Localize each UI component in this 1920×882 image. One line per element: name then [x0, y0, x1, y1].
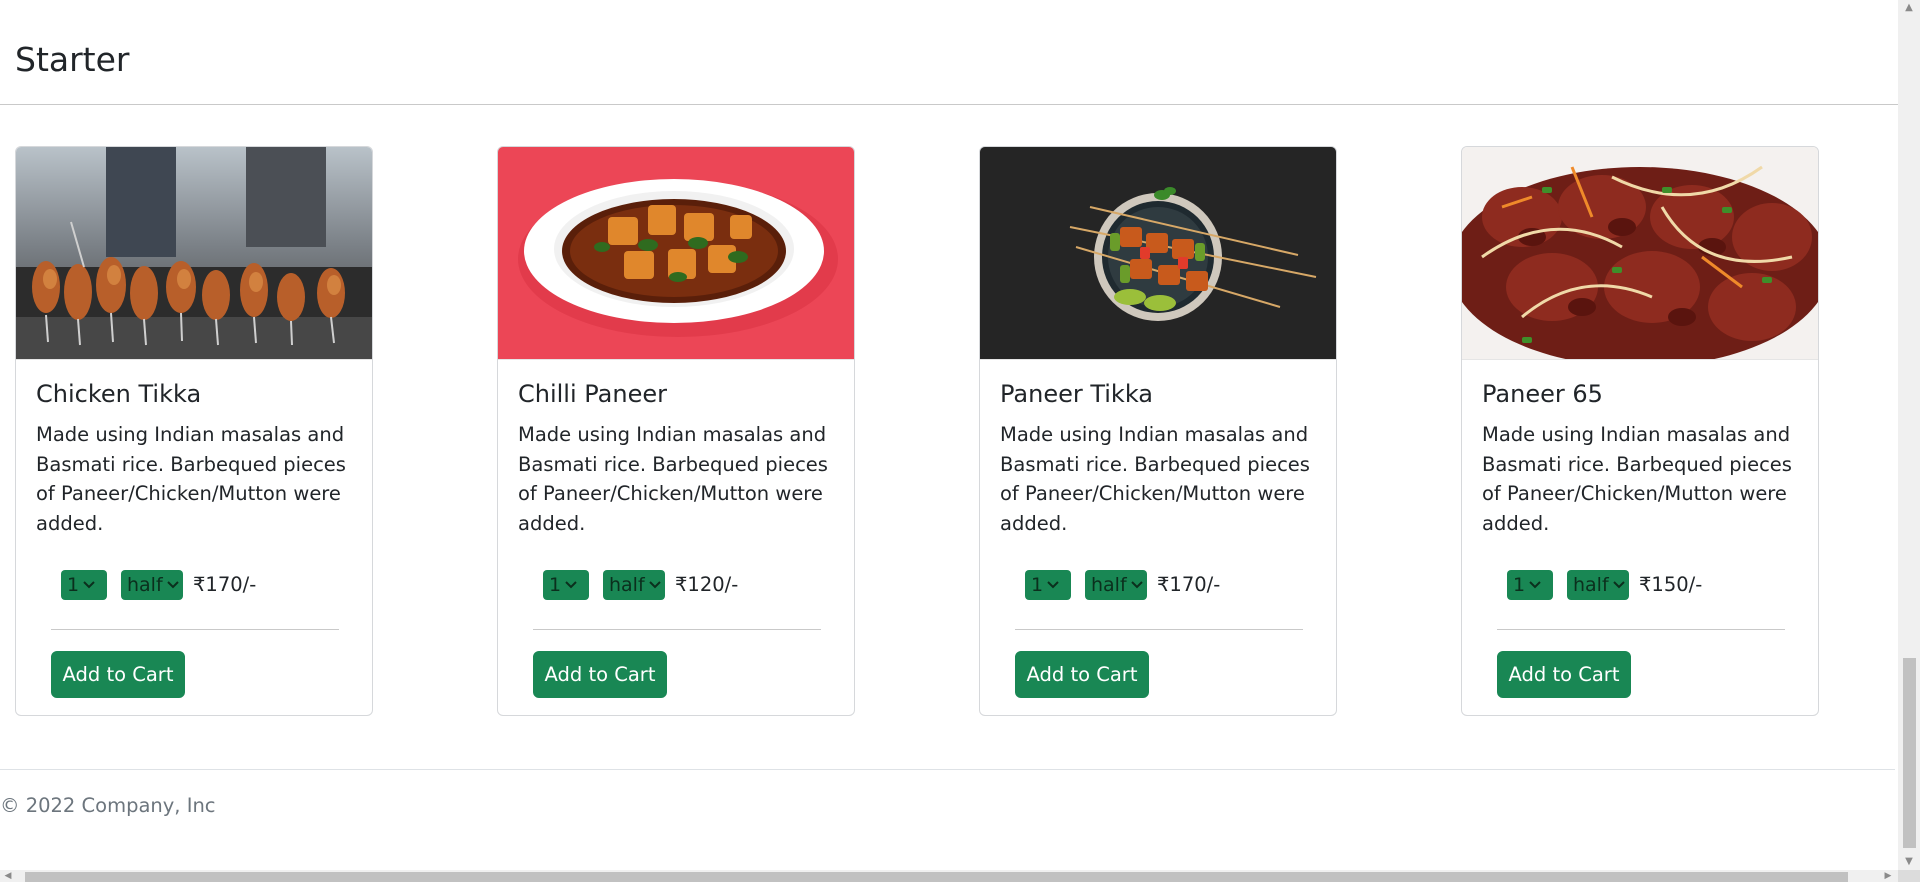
chevron-down-icon — [166, 580, 179, 588]
quantity-value: 1 — [549, 573, 562, 596]
card-grid: Chicken Tikka Made using Indian masalas … — [15, 146, 1823, 718]
chevron-down-icon — [1529, 580, 1541, 588]
paneer-65-image — [1462, 147, 1818, 360]
food-card: Chilli Paneer Made using Indian masalas … — [497, 146, 855, 716]
size-value: half — [609, 573, 645, 596]
scroll-up-arrow-icon[interactable]: ▲ — [1898, 0, 1920, 16]
food-card: Paneer Tikka Made using Indian masalas a… — [979, 146, 1337, 716]
add-to-cart-button[interactable]: Add to Cart — [1015, 651, 1149, 698]
scroll-right-arrow-icon[interactable]: ▶ — [1880, 870, 1896, 882]
size-select[interactable]: half — [121, 569, 183, 600]
chevron-down-icon — [1047, 580, 1059, 588]
horizontal-scroll-thumb[interactable] — [25, 872, 1848, 882]
quantity-select[interactable]: 1 — [61, 569, 107, 600]
chevron-down-icon — [565, 580, 577, 588]
size-value: half — [1573, 573, 1609, 596]
size-select[interactable]: half — [1085, 569, 1147, 600]
scroll-down-arrow-icon[interactable]: ▼ — [1898, 854, 1920, 870]
card-title: Chicken Tikka — [36, 380, 202, 408]
card-title: Paneer 65 — [1482, 380, 1603, 408]
card-divider — [1015, 629, 1303, 630]
quantity-select[interactable]: 1 — [543, 569, 589, 600]
add-to-cart-button[interactable]: Add to Cart — [1497, 651, 1631, 698]
card-options: 1 half ₹120/- — [543, 569, 738, 600]
horizontal-scrollbar[interactable]: ◀ ▶ — [0, 870, 1898, 882]
food-card: Paneer 65 Made using Indian masalas and … — [1461, 146, 1819, 716]
size-value: half — [1091, 573, 1127, 596]
price-label: ₹150/- — [1639, 573, 1703, 596]
chevron-down-icon — [83, 580, 95, 588]
card-description: Made using Indian masalas and Basmati ri… — [518, 423, 828, 535]
chevron-down-icon — [648, 580, 661, 588]
chevron-down-icon — [1130, 580, 1143, 588]
section-divider — [0, 104, 1898, 105]
card-divider — [1497, 629, 1785, 630]
vertical-scrollbar[interactable]: ▲ ▼ — [1898, 0, 1920, 870]
quantity-value: 1 — [67, 573, 80, 596]
size-value: half — [127, 573, 163, 596]
quantity-value: 1 — [1031, 573, 1044, 596]
add-to-cart-button[interactable]: Add to Cart — [51, 651, 185, 698]
quantity-select[interactable]: 1 — [1507, 569, 1553, 600]
price-label: ₹170/- — [1157, 573, 1221, 596]
card-description: Made using Indian masalas and Basmati ri… — [1000, 423, 1310, 535]
paneer-tikka-image — [980, 147, 1336, 360]
price-label: ₹120/- — [675, 573, 739, 596]
card-options: 1 half ₹150/- — [1507, 569, 1702, 600]
card-divider — [533, 629, 821, 630]
chevron-down-icon — [1612, 580, 1625, 588]
size-select[interactable]: half — [1567, 569, 1629, 600]
card-description: Made using Indian masalas and Basmati ri… — [36, 423, 346, 535]
quantity-value: 1 — [1513, 573, 1526, 596]
page: Starter Chicken Tikka Made using Indian … — [0, 0, 1920, 882]
quantity-select[interactable]: 1 — [1025, 569, 1071, 600]
size-select[interactable]: half — [603, 569, 665, 600]
card-divider — [51, 629, 339, 630]
chilli-paneer-image — [498, 147, 854, 360]
card-title: Chilli Paneer — [518, 380, 667, 408]
chicken-tikka-image — [16, 147, 372, 360]
footer-divider — [0, 769, 1895, 770]
price-label: ₹170/- — [193, 573, 257, 596]
section-title: Starter — [15, 40, 130, 79]
footer-copyright: © 2022 Company, Inc — [0, 794, 216, 817]
card-options: 1 half ₹170/- — [61, 569, 256, 600]
card-title: Paneer Tikka — [1000, 380, 1154, 408]
add-to-cart-button[interactable]: Add to Cart — [533, 651, 667, 698]
scrollbar-corner — [1898, 870, 1920, 882]
card-options: 1 half ₹170/- — [1025, 569, 1220, 600]
scroll-left-arrow-icon[interactable]: ◀ — [0, 870, 16, 882]
vertical-scroll-thumb[interactable] — [1903, 658, 1916, 848]
card-description: Made using Indian masalas and Basmati ri… — [1482, 423, 1792, 535]
main-content: Starter Chicken Tikka Made using Indian … — [0, 0, 1898, 870]
food-card: Chicken Tikka Made using Indian masalas … — [15, 146, 373, 716]
